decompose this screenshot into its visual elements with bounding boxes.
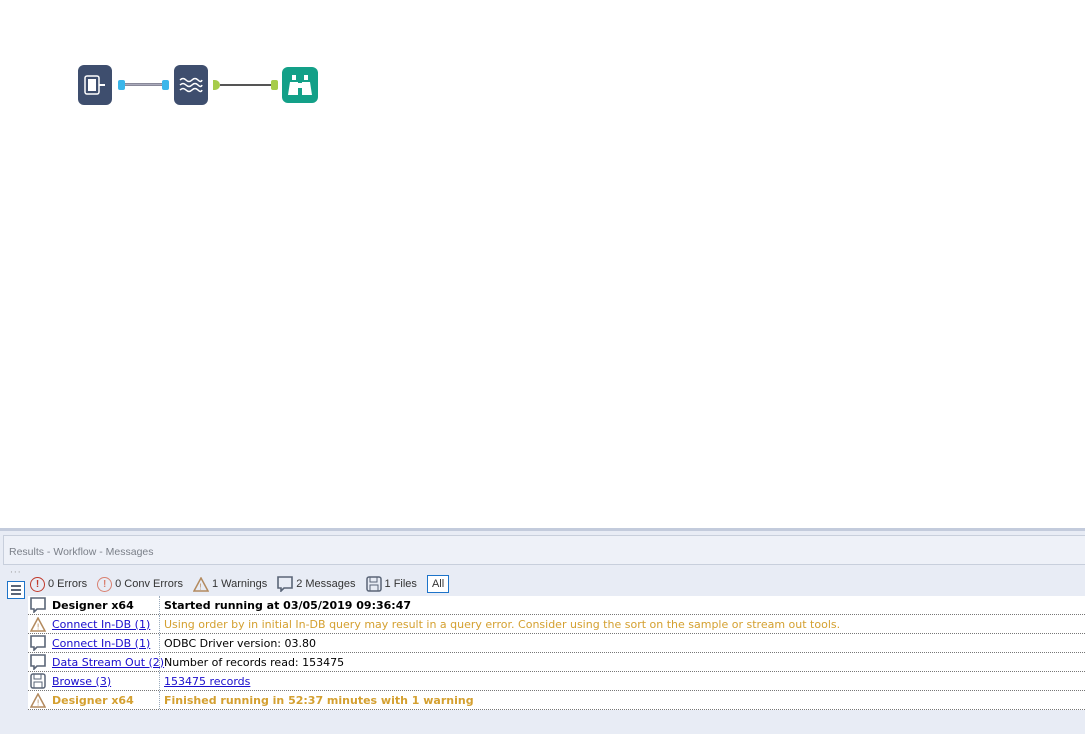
source-link[interactable]: Browse (3) <box>52 675 111 688</box>
connect-in-db-icon <box>84 75 105 95</box>
source-cell: Connect In-DB (1) <box>48 634 160 652</box>
source-cell: Connect In-DB (1) <box>48 615 160 633</box>
message-row[interactable]: Data Stream Out (2) Number of records rea… <box>28 653 1085 672</box>
message-cell: Started running at 03/05/2019 09:36:47 <box>160 599 411 612</box>
in-db-connection <box>125 83 162 86</box>
message-text: Number of records read: 153475 <box>164 655 345 669</box>
filter-label: 0 Conv Errors <box>115 578 183 590</box>
message-text: Using order by in initial In-DB query ma… <box>164 617 841 631</box>
message-row[interactable]: Designer x64 Started running at 03/05/201… <box>28 596 1085 615</box>
message-cell: Using order by in initial In-DB query ma… <box>160 618 840 631</box>
data-stream-out-tool[interactable] <box>174 65 208 105</box>
message-icon <box>28 597 48 613</box>
message-text: Started running at 03/05/2019 09:36:47 <box>164 598 412 612</box>
filter-label: 0 Errors <box>48 578 88 590</box>
message-text: Finished running in 52:37 minutes with 1… <box>164 693 474 707</box>
source-link[interactable]: Connect In-DB (1) <box>52 637 150 650</box>
message-cell: Number of records read: 153475 <box>160 656 344 669</box>
message-cell: 153475 records <box>160 675 250 688</box>
source-cell: Designer x64 <box>48 691 160 709</box>
data-stream-out-icon <box>179 77 203 93</box>
svg-text:!: ! <box>37 622 40 631</box>
source-cell: Browse (3) <box>48 672 160 690</box>
message-row[interactable]: ! Connect In-DB (1) Using order by in init… <box>28 615 1085 634</box>
message-icon <box>28 635 48 651</box>
message-cell: Finished running in 52:37 minutes with 1… <box>160 694 474 707</box>
error-icon: ! <box>30 576 45 592</box>
conv-error-icon: ! <box>97 576 113 592</box>
results-panel: Results - Workflow - Messages ··· ! 0 Err… <box>0 528 1085 734</box>
results-filter-bar: ! 0 Errors ! 0 Conv Errors ! 1 Warnings 2 M… <box>30 574 450 594</box>
input-anchor[interactable] <box>162 80 169 90</box>
connect-in-db-tool[interactable] <box>78 65 112 105</box>
messages-table: Designer x64 Started running at 03/05/201… <box>28 596 1085 710</box>
save-file-icon <box>28 673 48 689</box>
source-cell: Data Stream Out (2) <box>48 653 164 671</box>
filter-warnings[interactable]: ! 1 Warnings <box>192 576 268 592</box>
results-header: Results - Workflow - Messages <box>3 535 1085 565</box>
message-row[interactable]: ! Designer x64 Finished running in 52:37 m… <box>28 691 1085 710</box>
file-link[interactable]: 153475 records <box>164 675 250 688</box>
message-cell: ODBC Driver version: 03.80 <box>160 637 316 650</box>
svg-text:!: ! <box>37 698 40 707</box>
source-link[interactable]: Connect In-DB (1) <box>52 618 150 631</box>
source-cell: Designer x64 <box>48 596 160 614</box>
connection <box>220 84 272 86</box>
warning-icon: ! <box>28 616 48 632</box>
workflow-canvas[interactable] <box>0 0 1085 528</box>
save-file-icon <box>365 576 382 592</box>
input-anchor[interactable] <box>271 80 278 90</box>
message-text: ODBC Driver version: 03.80 <box>164 636 316 650</box>
filter-conv-errors[interactable]: ! 0 Conv Errors <box>97 576 183 592</box>
filter-all-button[interactable]: All <box>426 575 450 593</box>
list-view-icon[interactable] <box>7 581 25 599</box>
filter-errors[interactable]: ! 0 Errors <box>30 576 88 592</box>
filter-label: 1 Warnings <box>211 578 268 590</box>
filter-files[interactable]: 1 Files <box>365 576 417 592</box>
source-link[interactable]: Data Stream Out (2) <box>52 656 164 669</box>
output-anchor[interactable] <box>118 80 125 90</box>
drag-handle[interactable]: ··· <box>10 568 22 578</box>
message-row[interactable]: Connect In-DB (1) ODBC Driver version: 03… <box>28 634 1085 653</box>
browse-tool[interactable] <box>282 67 318 103</box>
warning-icon: ! <box>192 576 209 592</box>
output-anchor[interactable] <box>213 80 220 90</box>
filter-messages[interactable]: 2 Messages <box>277 576 356 592</box>
filter-label: 2 Messages <box>296 578 356 590</box>
warning-icon: ! <box>28 692 48 708</box>
svg-text:!: ! <box>199 582 201 591</box>
message-icon <box>28 654 48 670</box>
binoculars-icon <box>288 75 312 95</box>
message-icon <box>277 576 294 592</box>
source-label: Designer x64 <box>52 693 134 707</box>
source-label: Designer x64 <box>52 598 134 612</box>
message-row[interactable]: Browse (3) 153475 records <box>28 672 1085 691</box>
filter-label: 1 Files <box>384 578 417 590</box>
